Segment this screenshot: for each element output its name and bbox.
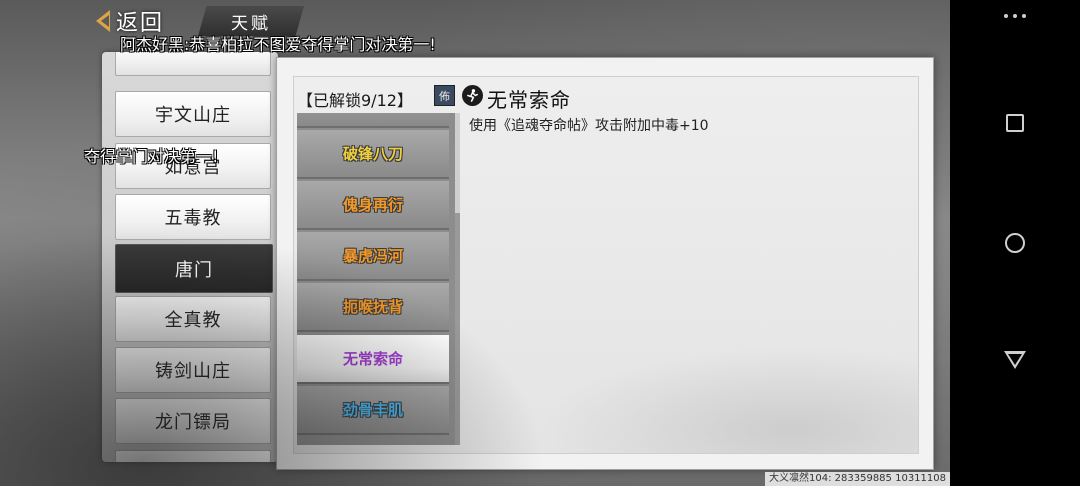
talent-item[interactable]: 暴虎冯河 (297, 232, 449, 281)
page-title: 天赋 (231, 13, 271, 34)
unlock-count: 【已解锁9/12】 (297, 91, 413, 110)
talent-label: 无常索命 (342, 350, 403, 368)
scrollbar-thumb[interactable] (455, 213, 460, 445)
talent-label: 暴虎冯河 (342, 247, 403, 265)
selected-talent-title: 无常索命 (487, 88, 571, 112)
broadcast-message: 阿杰好黑:恭喜柏拉不图爱夺得掌门对决第一! (120, 35, 436, 54)
chevron-left-icon (96, 10, 110, 32)
talent-panel: 【已解锁9/12】 佈 无常索命 使用《追魂夺命帖》攻击附加中毒+10 破锋八刀… (276, 57, 934, 470)
more-dots-icon[interactable] (1004, 14, 1026, 18)
talent-description: 使用《追魂夺命帖》攻击附加中毒+10 (469, 118, 709, 134)
game-screen: 返回 天赋 宇文山庄 如意宫 五毒教 唐门 全真教 铸剑山庄 龙门镖局 【已解锁… (0, 0, 950, 486)
sect-item-partial[interactable] (115, 52, 271, 76)
broadcast-message: 夺得掌门对决第一! (84, 147, 219, 166)
sect-item-label: 宇文山庄 (155, 105, 231, 126)
sect-item[interactable]: 宇文山庄 (115, 91, 271, 137)
talent-item-partial[interactable] (297, 113, 449, 128)
sect-item[interactable]: 五毒教 (115, 194, 271, 240)
talent-item[interactable]: 傀身再衍 (297, 181, 449, 230)
square-icon[interactable] (1006, 114, 1024, 132)
talent-label: 傀身再衍 (342, 196, 403, 214)
talent-label: 扼喉抚背 (342, 298, 403, 316)
sect-item[interactable]: 铸剑山庄 (115, 347, 271, 393)
sect-item-partial[interactable] (115, 450, 271, 462)
talent-item-selected[interactable]: 无常索命 (297, 335, 449, 384)
talent-list[interactable]: 破锋八刀 傀身再衍 暴虎冯河 扼喉抚背 无常索命 劲骨丰肌 (297, 113, 455, 445)
player-id-strip: 大义凛然104: 283359885 10311108 (765, 472, 950, 486)
sect-item-label: 全真教 (164, 310, 222, 331)
type-badge: 佈 (434, 85, 455, 106)
talent-scrollbar[interactable] (455, 113, 460, 445)
talent-label: 破锋八刀 (342, 145, 403, 163)
sect-item-label: 唐门 (175, 259, 213, 281)
sect-list[interactable]: 宇文山庄 如意宫 五毒教 唐门 全真教 铸剑山庄 龙门镖局 (102, 52, 278, 462)
running-figure-icon (462, 85, 483, 106)
talent-item[interactable]: 破锋八刀 (297, 130, 449, 179)
android-nav-bar (950, 0, 1080, 486)
sect-item-label: 龙门镖局 (155, 412, 231, 433)
sect-item[interactable]: 全真教 (115, 296, 271, 342)
circle-icon[interactable] (1005, 233, 1025, 253)
sect-item-label: 五毒教 (164, 208, 222, 229)
triangle-icon[interactable] (1004, 351, 1026, 369)
ink-decoration (498, 333, 918, 453)
sect-item-active[interactable]: 唐门 (115, 244, 273, 293)
sect-item[interactable]: 龙门镖局 (115, 398, 271, 444)
talent-item[interactable]: 扼喉抚背 (297, 283, 449, 332)
talent-item[interactable]: 劲骨丰肌 (297, 386, 449, 435)
sect-item-label: 铸剑山庄 (155, 361, 231, 382)
talent-label: 劲骨丰肌 (342, 401, 403, 419)
